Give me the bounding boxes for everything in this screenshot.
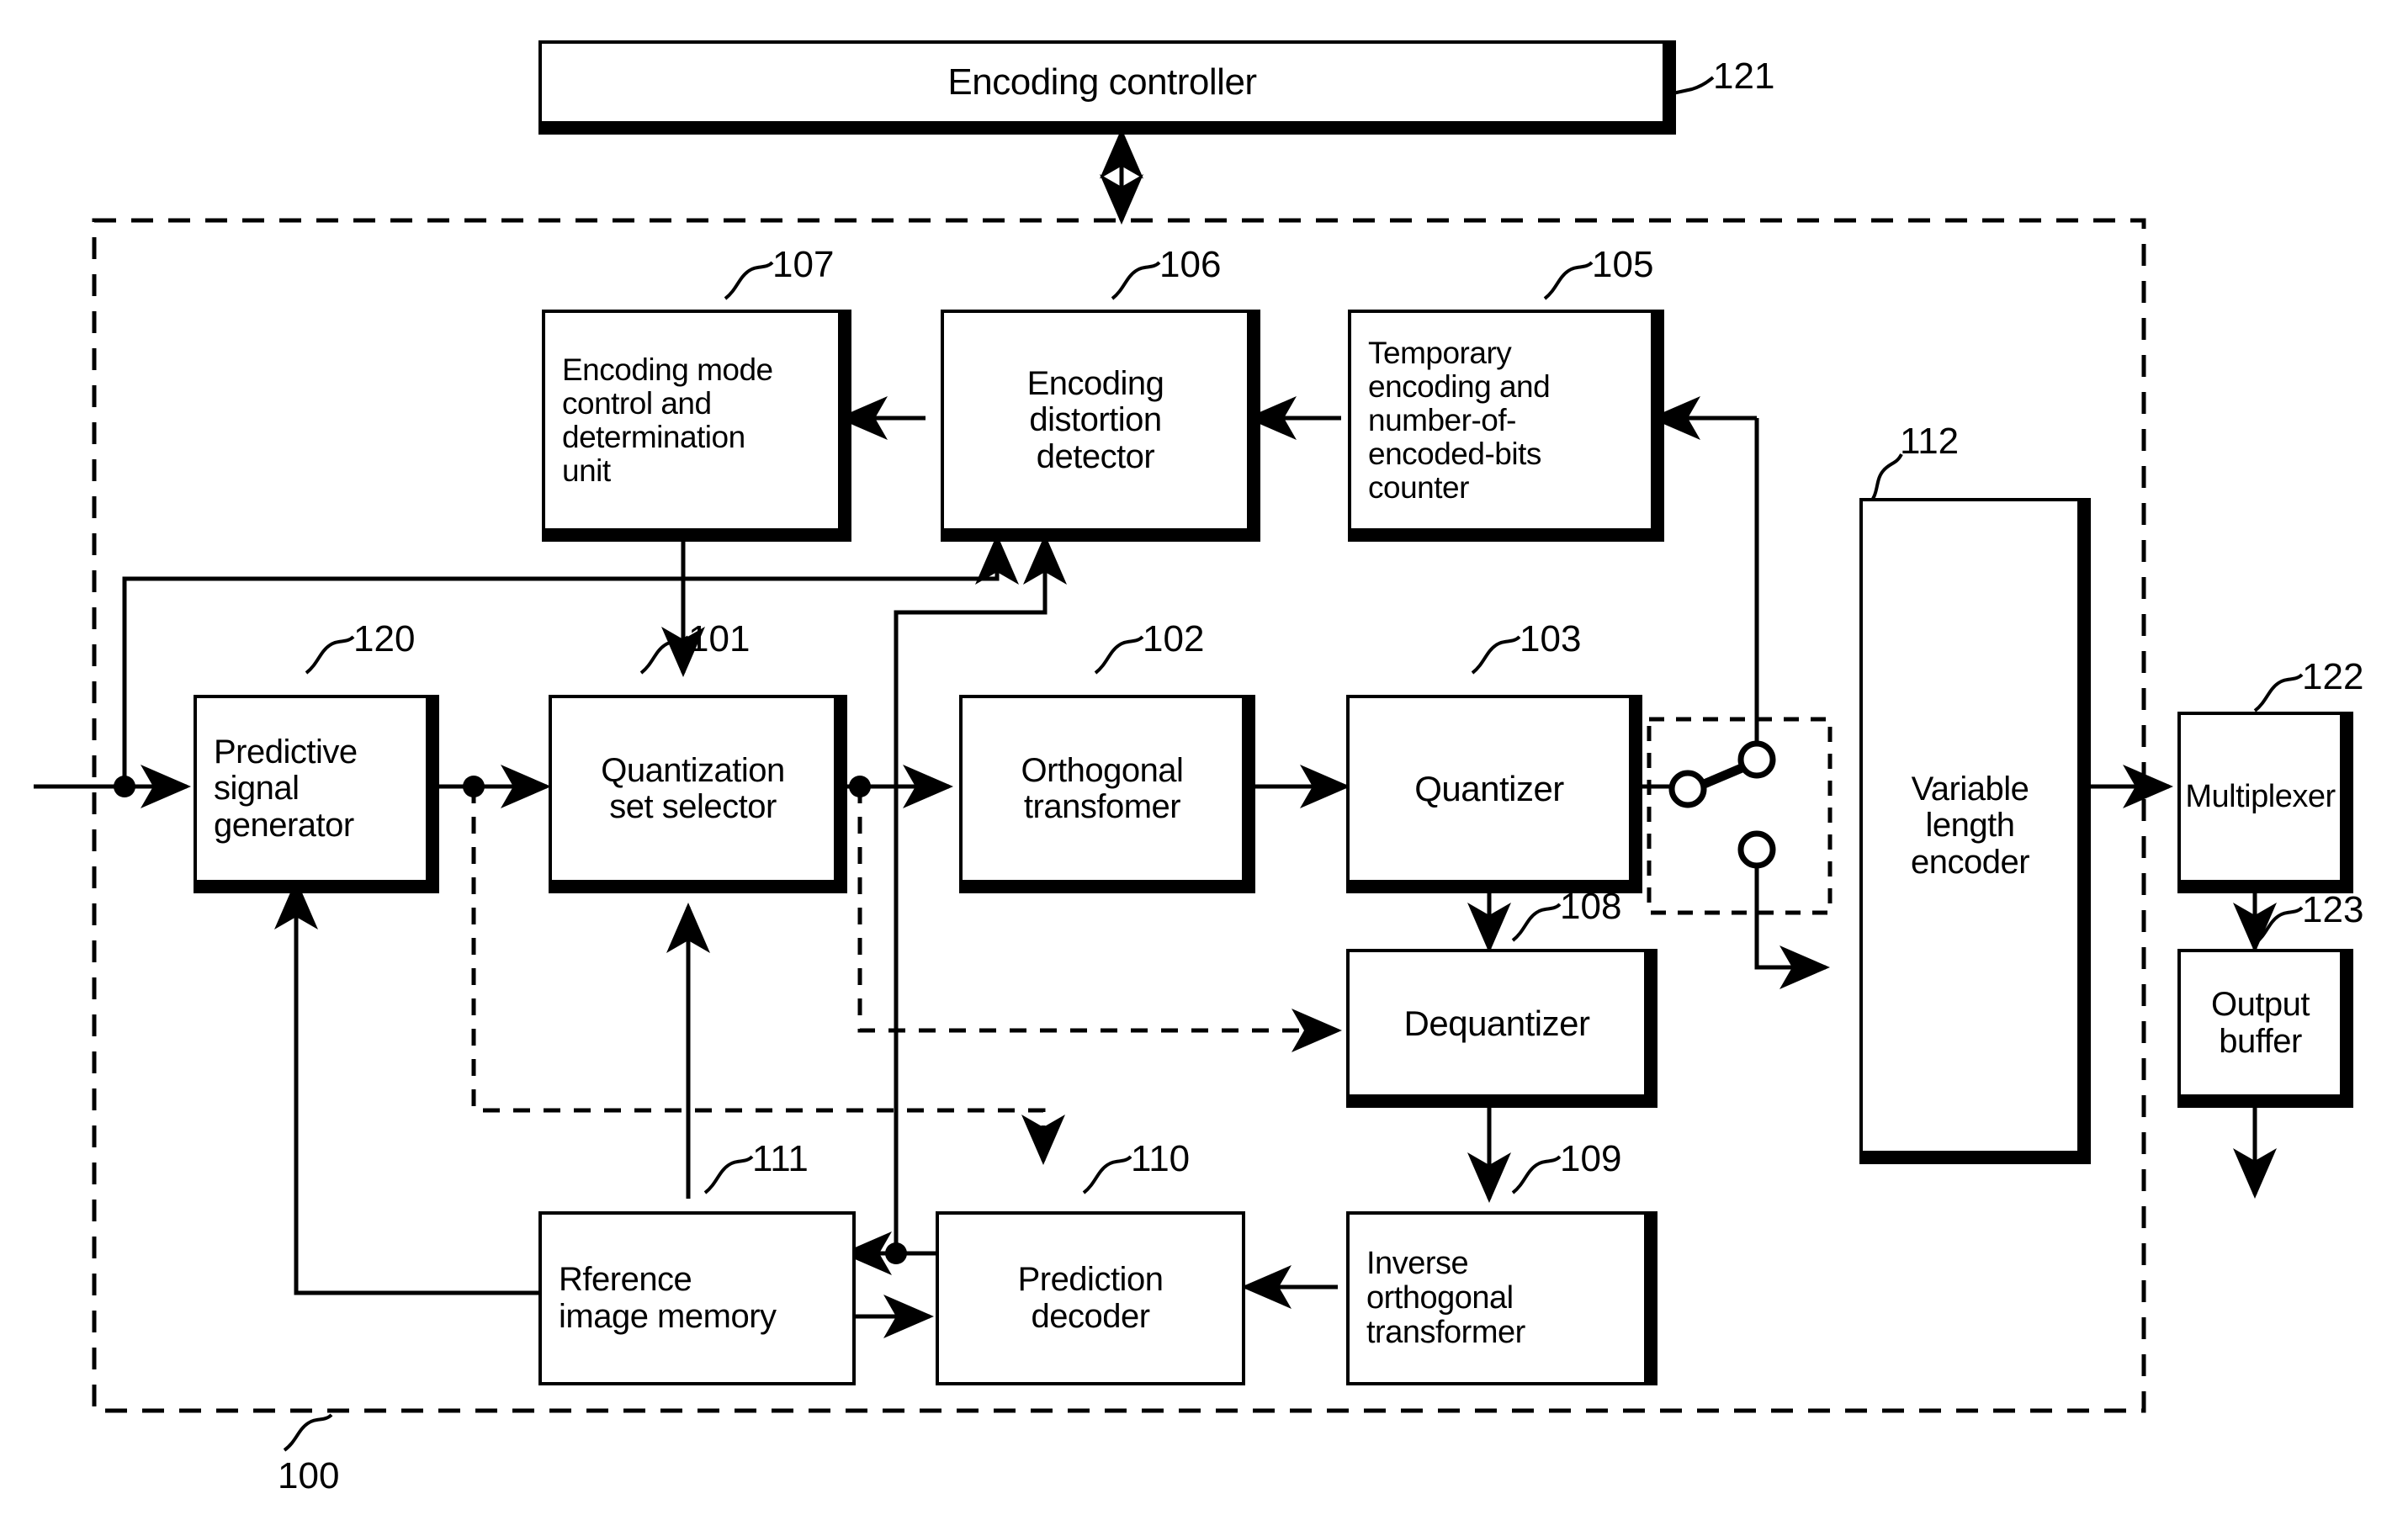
shadow-122b xyxy=(2343,712,2353,893)
shadow-120b xyxy=(429,695,439,893)
block-output-buffer[interactable]: Output buffer xyxy=(2177,949,2343,1098)
block-prediction-decoder-label: Prediction decoder xyxy=(1017,1261,1164,1335)
shadow-101b xyxy=(837,695,847,893)
leader-105 xyxy=(1543,261,1594,300)
block-encoding-controller[interactable]: Encoding controller xyxy=(538,40,1666,124)
block-orthogonal-transformer[interactable]: Orthogonal transfomer xyxy=(959,695,1245,883)
refnum-121: 121 xyxy=(1713,56,1775,97)
block-encoding-mode-control-label: Encoding mode control and determination … xyxy=(562,352,773,488)
refnum-122: 122 xyxy=(2302,656,2364,697)
shadow-105 xyxy=(1348,532,1654,542)
block-encoding-mode-control[interactable]: Encoding mode control and determination … xyxy=(542,310,841,532)
shadow-107 xyxy=(542,532,841,542)
shadow-107b xyxy=(841,310,851,542)
block-variable-length-encoder[interactable]: Variable length encoder xyxy=(1859,498,2081,1154)
switch-terminal-common xyxy=(1668,770,1707,808)
refnum-103: 103 xyxy=(1520,618,1582,659)
block-dequantizer[interactable]: Dequantizer xyxy=(1346,949,1647,1098)
block-quantization-set-selector[interactable]: Quantization set selector xyxy=(549,695,837,883)
shadow-112 xyxy=(1859,1154,2081,1164)
block-predictive-signal-generator[interactable]: Predictive signal generator xyxy=(194,695,429,883)
block-orthogonal-transformer-label: Orthogonal transfomer xyxy=(1021,751,1184,825)
shadow-108 xyxy=(1346,1098,1647,1108)
shadow-106 xyxy=(941,532,1250,542)
leader-103 xyxy=(1471,635,1521,675)
refnum-109: 109 xyxy=(1560,1138,1622,1179)
refnum-110: 110 xyxy=(1131,1138,1191,1179)
refnum-120: 120 xyxy=(353,618,416,659)
shadow-123b xyxy=(2343,949,2353,1108)
block-temporary-encoding-counter[interactable]: Temporary encoding and number-of- encode… xyxy=(1348,310,1654,532)
shadow-120 xyxy=(194,883,429,893)
refnum-112: 112 xyxy=(1900,421,1960,462)
block-encoding-distortion-detector[interactable]: Encoding distortion detector xyxy=(941,310,1250,532)
junction-dot-input xyxy=(114,776,135,797)
block-quantization-set-selector-label: Quantization set selector xyxy=(601,751,785,825)
leader-106 xyxy=(1111,261,1161,300)
block-temporary-encoding-counter-label: Temporary encoding and number-of- encode… xyxy=(1368,336,1551,505)
shadow-102 xyxy=(959,883,1245,893)
block-variable-length-encoder-label: Variable length encoder xyxy=(1910,771,2030,881)
block-quantizer-label: Quantizer xyxy=(1414,769,1564,809)
refnum-123: 123 xyxy=(2302,889,2364,930)
leader-120 xyxy=(305,635,355,675)
block-inverse-orthogonal-transformer[interactable]: Inverse orthogonal transformer xyxy=(1346,1211,1647,1385)
block-reference-image-memory-label: Rference image memory xyxy=(559,1261,777,1335)
refnum-108: 108 xyxy=(1560,886,1622,927)
shadow-102b xyxy=(1245,695,1255,893)
wire-decoder-to-106 xyxy=(894,534,1068,1253)
block-quantizer[interactable]: Quantizer xyxy=(1346,695,1632,883)
refnum-106: 106 xyxy=(1159,244,1222,285)
junction-dot-120-out xyxy=(463,776,485,797)
figure-canvas: Encoding controller Encoding mode contro… xyxy=(0,0,2408,1520)
shadow-108b xyxy=(1647,949,1657,1108)
leader-107 xyxy=(724,261,774,300)
leader-108 xyxy=(1511,903,1562,942)
leader-111 xyxy=(703,1155,754,1194)
leader-100 xyxy=(283,1413,333,1452)
block-multiplexer-label: Multiplexer xyxy=(2185,779,2336,815)
block-multiplexer[interactable]: Multiplexer xyxy=(2177,712,2343,883)
switch-terminal-upper xyxy=(1737,740,1776,779)
leader-110 xyxy=(1082,1155,1132,1194)
leader-102 xyxy=(1094,635,1144,675)
shadow-105b xyxy=(1654,310,1664,542)
wire-111-to-120 xyxy=(274,879,538,1295)
shadow-103b xyxy=(1632,695,1642,893)
shadow-123 xyxy=(2177,1098,2343,1108)
block-predictive-signal-generator-label: Predictive signal generator xyxy=(214,734,358,844)
junction-dot-decoder-out xyxy=(885,1242,907,1264)
shadow-121b xyxy=(1666,40,1676,135)
block-inverse-orthogonal-transformer-label: Inverse orthogonal transformer xyxy=(1366,1245,1525,1351)
leader-109 xyxy=(1511,1155,1562,1194)
refnum-111: 111 xyxy=(752,1138,809,1179)
block-dequantizer-label: Dequantizer xyxy=(1403,1003,1590,1043)
refnum-102: 102 xyxy=(1143,618,1205,659)
switch-dashed-box xyxy=(1647,717,1833,915)
block-reference-image-memory[interactable]: Rference image memory xyxy=(538,1211,856,1385)
leader-123 xyxy=(2253,906,2304,945)
block-prediction-decoder[interactable]: Prediction decoder xyxy=(936,1211,1245,1385)
leader-122 xyxy=(2253,673,2304,712)
switch-terminal-lower xyxy=(1737,830,1776,869)
shadow-109b xyxy=(1647,1211,1657,1385)
refnum-105: 105 xyxy=(1592,244,1654,285)
shadow-101 xyxy=(549,883,837,893)
refnum-107: 107 xyxy=(772,244,835,285)
refnum-100: 100 xyxy=(278,1455,340,1496)
block-output-buffer-label: Output buffer xyxy=(2210,986,2310,1060)
refnum-101: 101 xyxy=(688,618,751,659)
block-encoding-controller-label: Encoding controller xyxy=(947,61,1257,103)
junction-dot-101-out xyxy=(849,776,871,797)
leader-112 xyxy=(1866,453,1903,506)
shadow-121 xyxy=(538,124,1666,135)
shadow-112b xyxy=(2081,498,2091,1164)
block-encoding-distortion-detector-label: Encoding distortion detector xyxy=(1026,365,1164,475)
wire-switch-lower-to-112 xyxy=(1754,850,1830,990)
shadow-106b xyxy=(1250,310,1260,542)
